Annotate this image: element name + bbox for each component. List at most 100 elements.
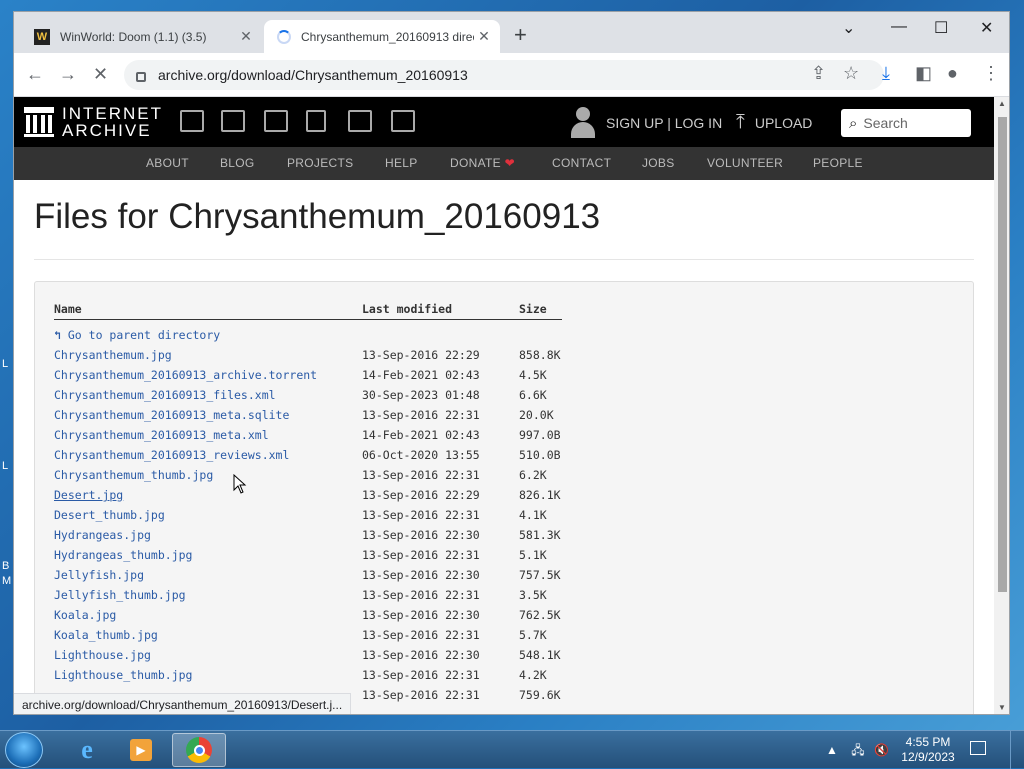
- column-header-modified[interactable]: Last modified: [362, 302, 452, 316]
- address-bar[interactable]: archive.org/download/Chrysanthemum_20160…: [124, 60, 884, 90]
- file-name-link[interactable]: Chrysanthemum_20160913_archive.torrent: [54, 368, 317, 382]
- signup-login-text: SIGN UP | LOG IN: [606, 115, 723, 131]
- scroll-down-icon[interactable]: ▼: [998, 703, 1006, 712]
- side-panel-icon[interactable]: ◧: [915, 62, 932, 84]
- column-header-name[interactable]: Name: [54, 302, 82, 316]
- file-modified: 14-Feb-2021 02:43: [362, 368, 480, 382]
- nav-projects[interactable]: PROJECTS: [287, 156, 353, 170]
- nav-volunteer[interactable]: VOLUNTEER: [707, 156, 783, 170]
- search-placeholder: Search: [863, 115, 908, 131]
- share-icon[interactable]: ⇪: [811, 62, 826, 84]
- stop-loading-icon[interactable]: ✕: [93, 63, 108, 85]
- download-icon[interactable]: ⤓: [882, 62, 890, 84]
- nav-help[interactable]: HELP: [385, 156, 418, 170]
- upload-link[interactable]: ⤒ UPLOAD: [736, 111, 812, 134]
- action-center-icon[interactable]: [970, 741, 986, 755]
- file-size: 5.7K: [519, 628, 547, 642]
- file-size: 4.2K: [519, 668, 547, 682]
- clock[interactable]: 4:55 PM 12/9/2023: [898, 735, 958, 765]
- bookmark-star-icon[interactable]: ☆: [843, 62, 859, 84]
- file-listing: Name Last modified Size ↰ Go to parent d…: [34, 281, 974, 714]
- close-icon[interactable]: ✕: [236, 28, 256, 45]
- web-icon[interactable]: [180, 110, 204, 132]
- nav-contact[interactable]: CONTACT: [552, 156, 611, 170]
- file-name-link[interactable]: Desert.jpg: [54, 488, 123, 502]
- show-desktop-button[interactable]: [1010, 731, 1024, 769]
- file-modified: 13-Sep-2016 22:31: [362, 408, 480, 422]
- scroll-thumb[interactable]: [998, 117, 1007, 592]
- file-name-link[interactable]: Hydrangeas.jpg: [54, 528, 151, 542]
- signup-login-link[interactable]: SIGN UP | LOG IN: [570, 107, 722, 139]
- file-row: Chrysanthemum.jpg 13-Sep-2016 22:29 858.8K: [35, 348, 973, 368]
- nav-jobs[interactable]: JOBS: [642, 156, 675, 170]
- maximize-button[interactable]: ☐: [934, 18, 948, 38]
- back-icon[interactable]: ←: [26, 63, 44, 85]
- texts-icon[interactable]: [221, 110, 245, 132]
- file-row: Chrysanthemum_thumb.jpg 13-Sep-2016 22:31…: [35, 468, 973, 488]
- file-name-link[interactable]: Jellyfish.jpg: [54, 568, 144, 582]
- file-size: 5.1K: [519, 548, 547, 562]
- new-tab-button[interactable]: +: [514, 24, 527, 46]
- close-window-button[interactable]: ✕: [980, 18, 993, 38]
- file-name-link[interactable]: Jellyfish_thumb.jpg: [54, 588, 186, 602]
- internet-explorer-taskbar-icon[interactable]: e: [60, 733, 114, 767]
- file-name-link[interactable]: Chrysanthemum_20160913_meta.sqlite: [54, 408, 289, 422]
- browser-window: W WinWorld: Doom (1.1) (3.5) ✕ Chrysanth…: [13, 11, 1010, 715]
- close-icon[interactable]: ✕: [474, 28, 494, 45]
- page-viewport: INTERNET ARCHIVE SIGN UP | LOG IN ⤒ UPLO…: [14, 97, 994, 714]
- tab-search-icon[interactable]: ⌄: [842, 18, 855, 38]
- nav-donate[interactable]: DONATE ❤: [450, 156, 515, 170]
- nav-blog[interactable]: BLOG: [220, 156, 255, 170]
- file-name-link[interactable]: Lighthouse.jpg: [54, 648, 151, 662]
- tab-winworld[interactable]: W WinWorld: Doom (1.1) (3.5) ✕: [22, 20, 262, 53]
- forward-icon[interactable]: →: [59, 63, 77, 85]
- file-name-link[interactable]: Hydrangeas_thumb.jpg: [54, 548, 192, 562]
- parent-directory-link[interactable]: ↰ Go to parent directory: [54, 328, 220, 342]
- page-scrollbar[interactable]: ▲ ▼: [994, 97, 1009, 714]
- tab-chrysanthemum[interactable]: Chrysanthemum_20160913 direc ✕: [264, 20, 500, 53]
- file-name-link[interactable]: Desert_thumb.jpg: [54, 508, 165, 522]
- images-icon[interactable]: [391, 110, 415, 132]
- archive-temple-icon: [24, 107, 54, 137]
- nav-about[interactable]: ABOUT: [146, 156, 189, 170]
- file-row: Desert.jpg 13-Sep-2016 22:29 826.1K: [35, 488, 973, 508]
- clock-time: 4:55 PM: [905, 735, 951, 749]
- volume-muted-icon[interactable]: 🔇: [874, 743, 889, 757]
- video-icon[interactable]: [264, 110, 288, 132]
- file-row: Koala.jpg 13-Sep-2016 22:30 762.5K: [35, 608, 973, 628]
- chrome-taskbar-icon[interactable]: [172, 733, 226, 767]
- file-row: Jellyfish.jpg 13-Sep-2016 22:30 757.5K: [35, 568, 973, 588]
- file-name-link[interactable]: Chrysanthemum_thumb.jpg: [54, 468, 213, 482]
- file-name-link[interactable]: Chrysanthemum.jpg: [54, 348, 172, 362]
- file-row: Chrysanthemum_20160913_archive.torrent 14…: [35, 368, 973, 388]
- nav-people[interactable]: PEOPLE: [813, 156, 863, 170]
- file-name-link[interactable]: Koala.jpg: [54, 608, 116, 622]
- file-name-link[interactable]: Chrysanthemum_20160913_meta.xml: [54, 428, 269, 442]
- media-player-taskbar-icon[interactable]: ▶: [114, 733, 168, 767]
- file-name-link[interactable]: Koala_thumb.jpg: [54, 628, 158, 642]
- minimize-button[interactable]: —: [891, 18, 907, 36]
- file-name-link[interactable]: Chrysanthemum_20160913_reviews.xml: [54, 448, 289, 462]
- file-name-link[interactable]: Lighthouse_thumb.jpg: [54, 668, 192, 682]
- start-button[interactable]: [5, 732, 43, 768]
- file-modified: 13-Sep-2016 22:30: [362, 648, 480, 662]
- network-icon[interactable]: 🖧: [851, 743, 864, 757]
- ia-logo[interactable]: INTERNET ARCHIVE: [24, 105, 163, 139]
- menu-kebab-icon[interactable]: ⋮: [982, 62, 1000, 84]
- file-name-link[interactable]: Chrysanthemum_20160913_files.xml: [54, 388, 276, 402]
- file-row: Lighthouse.jpg 13-Sep-2016 22:30 548.1K: [35, 648, 973, 668]
- profile-avatar-icon[interactable]: ●: [947, 62, 958, 84]
- file-row: Desert_thumb.jpg 13-Sep-2016 22:31 4.1K: [35, 508, 973, 528]
- desktop-icon-fragment: B: [2, 560, 10, 572]
- show-hidden-icons-icon[interactable]: ▲: [826, 743, 838, 757]
- file-size: 858.8K: [519, 348, 561, 362]
- file-modified: 13-Sep-2016 22:31: [362, 668, 480, 682]
- play-icon: ▶: [130, 739, 152, 761]
- file-row: Chrysanthemum_20160913_files.xml 30-Sep-2…: [35, 388, 973, 408]
- audio-icon[interactable]: [306, 110, 326, 132]
- software-icon[interactable]: [348, 110, 372, 132]
- scroll-up-icon[interactable]: ▲: [998, 99, 1006, 108]
- column-header-size[interactable]: Size: [519, 302, 547, 316]
- search-input[interactable]: ⌕ Search: [841, 109, 971, 137]
- upload-text: UPLOAD: [754, 114, 813, 131]
